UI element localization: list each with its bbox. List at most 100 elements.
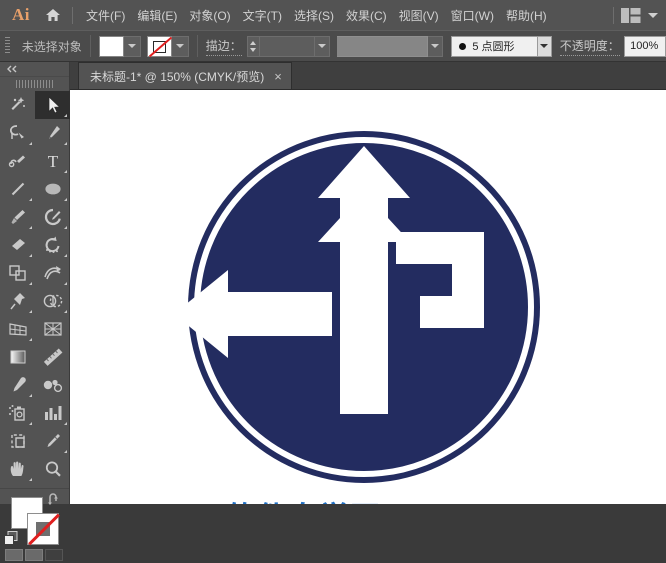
fill-swatch[interactable] xyxy=(98,35,124,57)
chevron-down-icon xyxy=(431,44,440,48)
document-tab[interactable]: 未标题-1* @ 150% (CMYK/预览) × xyxy=(78,62,292,89)
menu-window[interactable]: 窗口(W) xyxy=(445,3,500,28)
shape-builder-tool[interactable] xyxy=(35,287,70,315)
eyedropper-tool[interactable] xyxy=(0,371,35,399)
gradient-tool[interactable] xyxy=(0,343,35,371)
curvature-tool[interactable] xyxy=(0,147,35,175)
document-canvas[interactable]: 软件自学网 WWW.RJZXW.COM xyxy=(70,90,666,504)
mesh-tool[interactable] xyxy=(35,315,70,343)
symbol-sprayer-tool[interactable] xyxy=(0,399,35,427)
shaper-tool[interactable] xyxy=(35,203,70,231)
opacity-label: 不透明度： xyxy=(559,37,620,56)
menu-type[interactable]: 文字(T) xyxy=(237,3,288,28)
brush-dot-icon xyxy=(459,42,467,50)
scale-icon xyxy=(8,265,26,281)
slice-tool[interactable] xyxy=(35,427,70,455)
type-t-icon: T xyxy=(47,152,58,171)
toolbar-collapse-button[interactable] xyxy=(0,62,69,77)
color-mode-button[interactable] xyxy=(5,549,23,561)
swap-fill-stroke-icon[interactable] xyxy=(46,492,62,511)
pen-icon xyxy=(48,126,60,139)
ellipse-icon xyxy=(44,183,61,195)
shaper-icon xyxy=(44,208,61,226)
stroke-weight-label: 描边： xyxy=(205,37,242,56)
ellipse-tool[interactable] xyxy=(35,175,70,203)
close-icon[interactable]: × xyxy=(274,70,282,83)
stepper-up-icon xyxy=(250,40,257,45)
scale-tool[interactable] xyxy=(0,259,35,287)
tools-panel: T xyxy=(0,62,70,561)
brush-definition-label: 5 点圆形 xyxy=(472,41,515,53)
stroke-weight-dropdown-button[interactable] xyxy=(315,35,331,57)
chevron-down-icon xyxy=(175,44,184,48)
menu-file[interactable]: 文件(F) xyxy=(80,3,131,28)
mesh-icon xyxy=(43,322,62,336)
fill-control[interactable] xyxy=(98,35,141,57)
chevron-down-icon[interactable] xyxy=(648,12,658,18)
pen-tool[interactable] xyxy=(35,119,70,147)
blend-tool[interactable] xyxy=(35,371,70,399)
stroke-color-control[interactable] xyxy=(146,35,189,57)
stroke-swatch-none[interactable] xyxy=(146,35,172,57)
menu-help[interactable]: 帮助(H) xyxy=(500,3,553,28)
document-tab-bar: 未标题-1* @ 150% (CMYK/预览) × xyxy=(70,62,666,90)
stroke-weight-stepper[interactable] xyxy=(246,35,260,57)
none-mode-button[interactable] xyxy=(45,549,63,561)
lasso-tool[interactable] xyxy=(0,119,35,147)
workspace-switcher[interactable] xyxy=(609,6,666,24)
rotate-tool[interactable] xyxy=(35,231,70,259)
width-tool[interactable] xyxy=(35,259,70,287)
color-mode-buttons xyxy=(0,549,70,563)
magic-wand-icon xyxy=(11,97,25,110)
app-logo: Ai xyxy=(12,5,30,24)
fill-dropdown-button[interactable] xyxy=(123,35,141,57)
artboard-icon xyxy=(10,434,25,448)
chevron-down-icon xyxy=(127,44,136,48)
eraser-icon xyxy=(11,239,25,250)
zoom-tool[interactable] xyxy=(35,455,70,483)
document-tab-title: 未标题-1* @ 150% (CMYK/预览) xyxy=(90,69,265,84)
paintbrush-tool[interactable] xyxy=(0,203,35,231)
hand-icon xyxy=(10,461,24,476)
hand-tool[interactable] xyxy=(0,455,35,483)
selection-tool[interactable] xyxy=(35,91,70,119)
free-transform-tool[interactable] xyxy=(0,287,35,315)
default-fill-stroke-icon[interactable] xyxy=(4,531,19,551)
gradient-mode-button[interactable] xyxy=(25,549,43,561)
menu-edit[interactable]: 编辑(E) xyxy=(131,3,183,28)
line-segment-tool[interactable] xyxy=(0,175,35,203)
ruler-icon xyxy=(43,348,62,366)
toolbar-stroke-swatch-none[interactable] xyxy=(27,513,59,545)
menu-select[interactable]: 选择(S) xyxy=(288,3,340,28)
control-divider-2 xyxy=(196,35,198,57)
control-bar: 未选择对象 描边： 5 点圆形 不透明度： 100% xyxy=(0,30,666,62)
eraser-tool[interactable] xyxy=(0,231,35,259)
menu-effect[interactable]: 效果(C) xyxy=(340,3,393,28)
eyedropper-icon xyxy=(13,377,26,392)
stroke-weight-input[interactable] xyxy=(259,35,316,57)
workspace-divider xyxy=(613,6,614,24)
traffic-sign-artwork xyxy=(174,131,540,483)
stroke-dropdown-button[interactable] xyxy=(171,35,189,57)
control-bar-grip[interactable] xyxy=(3,37,12,55)
stroke-profile-input[interactable] xyxy=(336,35,429,57)
svg-text:T: T xyxy=(47,152,58,171)
slice-knife-icon xyxy=(47,434,60,447)
selection-status: 未选择对象 xyxy=(21,39,82,54)
magnifier-icon xyxy=(45,461,61,477)
menu-object[interactable]: 对象(O) xyxy=(183,3,236,28)
toolbar-grip[interactable] xyxy=(0,77,69,91)
perspective-grid-tool[interactable] xyxy=(0,315,35,343)
brush-definition-select[interactable]: 5 点圆形 xyxy=(451,35,537,57)
opacity-input[interactable]: 100% xyxy=(624,35,666,57)
stroke-profile-dropdown-button[interactable] xyxy=(428,35,444,57)
brush-dropdown-button[interactable] xyxy=(536,35,552,57)
artboard-tool[interactable] xyxy=(0,427,35,455)
type-tool[interactable]: T xyxy=(35,147,70,175)
symbol-sprayer-icon xyxy=(8,405,25,421)
measure-tool[interactable] xyxy=(35,343,70,371)
magic-wand-tool[interactable] xyxy=(0,91,35,119)
menu-view[interactable]: 视图(V) xyxy=(393,3,445,28)
home-icon[interactable] xyxy=(38,7,68,23)
column-graph-tool[interactable] xyxy=(35,399,70,427)
